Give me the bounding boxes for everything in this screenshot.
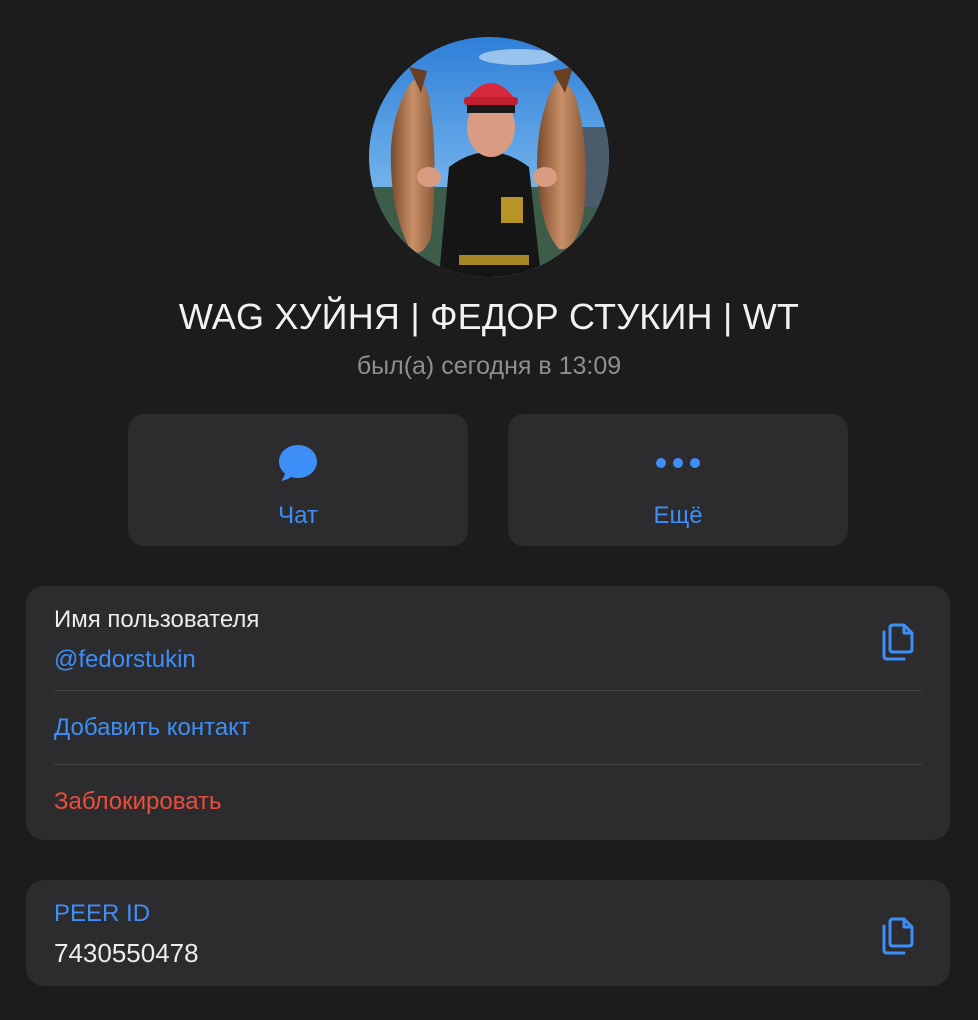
last-seen-status: был(а) сегодня в 13:09 — [356, 352, 622, 380]
profile-name: WAG ХУЙНЯ | ФЕДОР СТУКИН | WT — [178, 296, 800, 337]
chat-button[interactable]: Чат — [128, 414, 468, 546]
chat-button-label: Чат — [278, 502, 318, 529]
more-button-label: Ещё — [653, 502, 703, 529]
divider — [54, 690, 922, 691]
more-button[interactable]: Ещё — [508, 414, 848, 546]
peer-id-card: PEER ID 7430550478 — [26, 880, 950, 986]
copy-peer-id-button[interactable] — [880, 912, 920, 956]
copy-icon — [882, 917, 914, 955]
peer-id-label: PEER ID — [54, 900, 151, 927]
avatar-photo — [369, 37, 609, 277]
avatar[interactable] — [369, 37, 609, 277]
block-user-button[interactable]: Заблокировать — [54, 788, 222, 816]
chat-bubble-icon — [278, 444, 318, 482]
ellipsis-icon — [655, 444, 701, 482]
copy-icon — [882, 623, 914, 661]
divider — [54, 764, 922, 765]
user-info-card: Имя пользователя @fedorstukin Добавить к… — [26, 586, 950, 840]
add-contact-button[interactable]: Добавить контакт — [54, 714, 250, 742]
username-link[interactable]: @fedorstukin — [54, 646, 196, 674]
username-label: Имя пользователя — [54, 606, 260, 633]
copy-username-button[interactable] — [880, 618, 920, 662]
profile-screen: WAG ХУЙНЯ | ФЕДОР СТУКИН | WT был(а) сег… — [0, 0, 978, 1020]
peer-id-value: 7430550478 — [54, 938, 199, 968]
